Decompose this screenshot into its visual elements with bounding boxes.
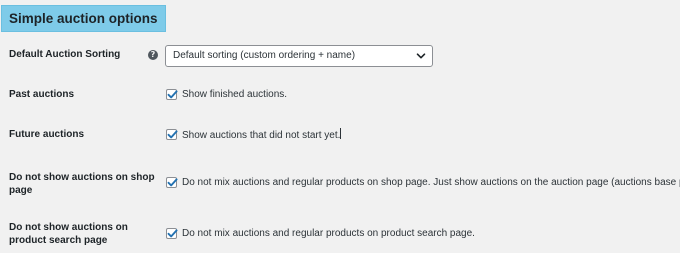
shop-page-text: Do not mix auctions and regular products… xyxy=(182,177,680,188)
past-auctions-checkbox[interactable] xyxy=(166,89,178,100)
shop-page-label: Do not show auctions on shop page xyxy=(9,171,155,197)
shop-page-label-line1: Do not show auctions on shop xyxy=(9,172,155,183)
future-auctions-label: Future auctions xyxy=(9,129,85,140)
chevron-down-icon xyxy=(416,53,426,59)
checkmark-icon xyxy=(167,130,178,139)
checkmark-icon xyxy=(167,178,178,187)
shop-page-label-line2: page xyxy=(9,185,33,196)
search-page-text: Do not mix auctions and regular products… xyxy=(182,228,475,239)
search-page-label-line1: Do not show auctions on xyxy=(9,222,128,233)
future-auctions-checkbox[interactable] xyxy=(166,129,178,140)
search-page-label-line2: product search page xyxy=(9,235,108,246)
checkmark-icon xyxy=(167,229,178,238)
sorting-select-value: Default sorting (custom ordering + name) xyxy=(173,50,356,61)
search-page-checkbox[interactable] xyxy=(166,228,178,239)
shop-page-checkbox[interactable] xyxy=(166,177,178,188)
past-auctions-label: Past auctions xyxy=(9,89,75,100)
section-title: Simple auction options xyxy=(1,5,166,32)
future-auctions-text: Show auctions that did not start yet. xyxy=(182,128,342,142)
help-icon[interactable]: ? xyxy=(148,50,158,60)
sorting-select[interactable]: Default sorting (custom ordering + name) xyxy=(165,45,433,67)
future-auctions-text-value: Show auctions that did not start yet. xyxy=(182,130,341,141)
sorting-label: Default Auction Sorting xyxy=(9,49,121,60)
search-page-label: Do not show auctions on product search p… xyxy=(9,221,128,247)
checkmark-icon xyxy=(167,90,178,99)
text-cursor xyxy=(340,128,342,139)
past-auctions-text: Show finished auctions. xyxy=(182,89,288,100)
